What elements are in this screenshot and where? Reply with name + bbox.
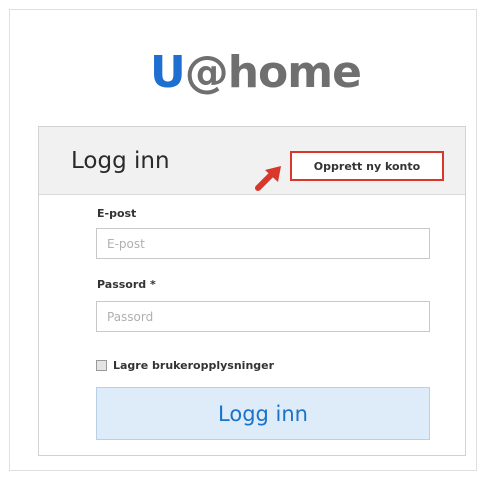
panel-title: Logg inn xyxy=(71,148,170,174)
remember-label: Lagre brukeropplysninger xyxy=(113,359,275,372)
password-field[interactable] xyxy=(96,301,430,332)
logo-u: U xyxy=(150,47,186,98)
logo: U@home xyxy=(150,47,362,98)
email-label: E-post xyxy=(97,207,137,220)
arrow-up-right-icon xyxy=(255,166,281,191)
logo-text: @home xyxy=(184,47,362,98)
remember-checkbox[interactable] xyxy=(96,360,107,371)
email-field[interactable] xyxy=(96,228,430,259)
login-panel: Logg inn Opprett ny konto E-post Passord… xyxy=(38,126,466,456)
password-label: Passord * xyxy=(97,278,156,291)
login-panel-header: Logg inn Opprett ny konto xyxy=(39,127,465,195)
login-button[interactable]: Logg inn xyxy=(96,387,430,440)
create-account-button[interactable]: Opprett ny konto xyxy=(290,151,444,181)
remember-me[interactable]: Lagre brukeropplysninger xyxy=(96,359,274,372)
